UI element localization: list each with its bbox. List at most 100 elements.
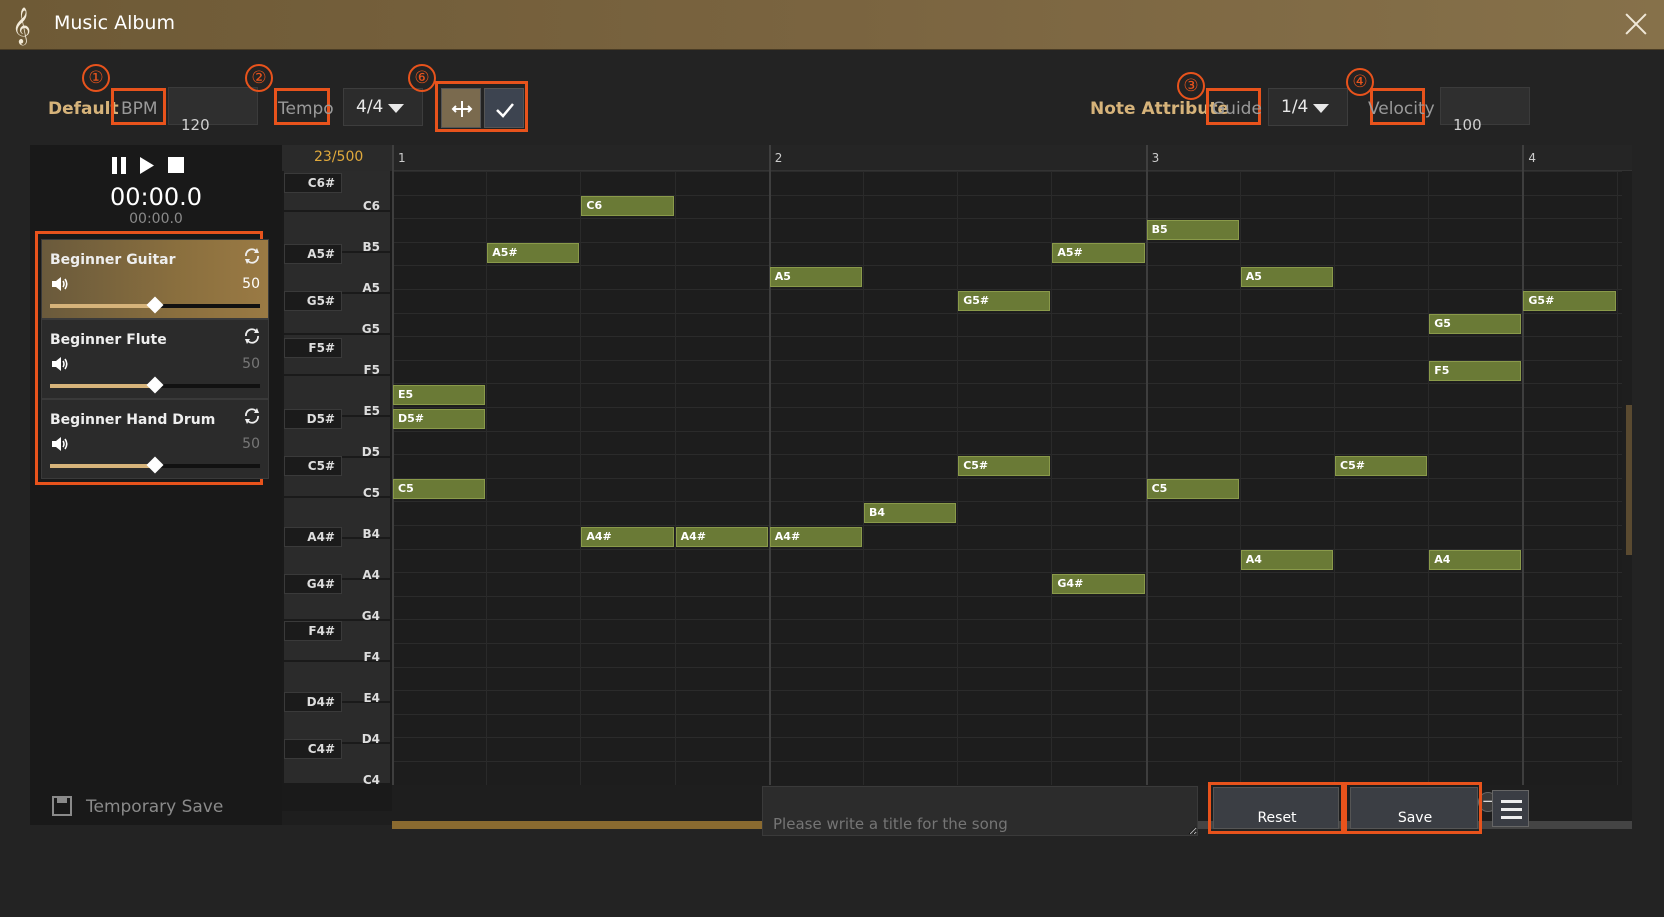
note-block[interactable]: G5#	[958, 290, 1051, 311]
measure-ruler[interactable]: 1 2 3 4	[392, 145, 1632, 171]
note-block[interactable]: C5	[393, 479, 486, 500]
volume-slider[interactable]	[50, 296, 260, 314]
note-block[interactable]: A5#	[487, 243, 580, 264]
loop-icon[interactable]	[242, 406, 262, 426]
black-key[interactable]: G5#	[284, 291, 342, 311]
black-key[interactable]: F5#	[284, 338, 342, 359]
piano-roll: 23/500 1234 C6 B5 A5 G5 F5 E5 D5 C5 B4 A4 G4 F4 E4 D4…	[282, 145, 1632, 829]
bpm-input[interactable]: 120	[168, 87, 258, 134]
note-label: C5	[1151, 482, 1168, 496]
note-block[interactable]: D5#	[393, 408, 486, 429]
note-block[interactable]: A5	[1240, 266, 1333, 287]
tempo-dropdown[interactable]: 4/4	[343, 88, 423, 126]
black-key[interactable]: G4#	[284, 574, 342, 595]
black-key[interactable]: C4#	[284, 739, 342, 760]
velocity-label: Velocity	[1368, 99, 1435, 119]
velocity-input[interactable]: 100	[1440, 87, 1530, 134]
move-mode-button[interactable]	[441, 88, 481, 128]
note-block[interactable]: A5	[769, 266, 862, 287]
note-grid[interactable]: C6 B5 A5# A5# A5 A5 G5# G5# G5 F5 E5 D5# C5# C5# C5 C5 B…	[392, 171, 1622, 785]
volume-knob[interactable]	[146, 296, 164, 314]
note-block[interactable]: B5	[1146, 219, 1239, 240]
guide-dropdown[interactable]: 1/4	[1268, 88, 1348, 126]
loop-icon[interactable]	[242, 246, 262, 266]
save-disk-icon	[52, 796, 72, 816]
black-key-label: C5#	[307, 459, 335, 474]
temporary-save-button[interactable]: Temporary Save	[86, 797, 223, 817]
volume-slider[interactable]	[50, 376, 260, 394]
grid-row-line	[392, 666, 1622, 668]
black-key-label: D4#	[306, 695, 335, 710]
grid-column-line	[768, 171, 771, 785]
song-title-input[interactable]	[762, 786, 1198, 836]
grid-row-line	[392, 171, 1622, 172]
black-key[interactable]: C5#	[284, 456, 342, 477]
note-block[interactable]: G4#	[1052, 573, 1145, 594]
note-block[interactable]: A4#	[581, 526, 674, 547]
bpm-label: BPM	[121, 99, 158, 119]
track-card[interactable]: Beginner Guitar 50	[41, 239, 269, 319]
note-block[interactable]: C5#	[1335, 455, 1428, 476]
volume-fill	[50, 384, 155, 388]
note-block[interactable]: A4	[1429, 550, 1522, 571]
music-album-editor: Default BPM 120 Tempo 4/4 Note Attribute…	[0, 50, 1664, 917]
pause-icon[interactable]	[112, 157, 126, 174]
grid-row-line	[392, 383, 1622, 385]
grid-row-line	[392, 218, 1622, 220]
measure-line	[1145, 145, 1148, 171]
note-label: F5	[1434, 364, 1450, 378]
note-label: A4#	[680, 529, 706, 543]
track-card[interactable]: Beginner Flute 50	[41, 319, 269, 399]
note-block[interactable]: G5	[1429, 314, 1522, 335]
loop-icon[interactable]	[242, 326, 262, 346]
speaker-icon[interactable]	[50, 274, 70, 294]
volume-knob[interactable]	[146, 376, 164, 394]
play-icon[interactable]	[140, 157, 154, 174]
note-block[interactable]: A5#	[1052, 243, 1145, 264]
note-label: G5#	[1528, 293, 1555, 307]
note-block[interactable]: F5	[1429, 361, 1522, 382]
black-key[interactable]: A4#	[284, 527, 342, 547]
note-block[interactable]: A4	[1240, 550, 1333, 571]
note-block[interactable]: B4	[864, 502, 957, 523]
badge-1: ①	[82, 64, 110, 92]
note-label: E5	[398, 387, 414, 401]
note-block[interactable]: C5#	[958, 455, 1051, 476]
hamburger-line	[1501, 808, 1522, 811]
playback-time-sub: 00:00.0	[129, 211, 183, 227]
note-label: A4#	[586, 529, 612, 543]
black-key[interactable]: D5#	[284, 409, 342, 429]
note-block[interactable]: C5	[1146, 479, 1239, 500]
track-name: Beginner Flute	[50, 332, 167, 348]
black-key[interactable]: F4#	[284, 621, 342, 642]
reset-button[interactable]: Reset	[1213, 787, 1339, 829]
volume-slider[interactable]	[50, 456, 260, 474]
menu-button[interactable]	[1492, 790, 1529, 827]
close-icon[interactable]	[1622, 10, 1650, 38]
note-label: A4#	[774, 529, 801, 543]
black-key[interactable]: D4#	[284, 692, 342, 713]
tempo-label: Tempo	[278, 99, 334, 119]
black-key[interactable]: A5#	[284, 243, 342, 264]
grid-row-line	[392, 477, 1622, 479]
note-block[interactable]: A4#	[769, 526, 862, 547]
badge-2: ②	[245, 64, 273, 92]
select-mode-button[interactable]	[484, 88, 524, 128]
track-card[interactable]: Beginner Hand Drum 50	[41, 399, 269, 479]
speaker-icon[interactable]	[50, 354, 70, 374]
note-block[interactable]: E5	[393, 384, 486, 405]
note-block[interactable]: A4#	[675, 526, 768, 547]
note-block[interactable]: G5#	[1523, 290, 1616, 311]
note-block[interactable]: C6	[581, 196, 674, 217]
stop-icon[interactable]	[168, 157, 184, 173]
note-label: C5#	[1340, 458, 1365, 472]
volume-knob[interactable]	[146, 456, 164, 474]
grid-row-line	[392, 643, 1622, 644]
black-key-label: G4#	[306, 577, 335, 592]
speaker-icon[interactable]	[50, 434, 70, 454]
grid-column-line	[1428, 171, 1430, 785]
vertical-scroll-thumb[interactable]	[1626, 405, 1632, 555]
grid-row-line	[392, 690, 1622, 692]
save-button[interactable]: Save	[1350, 787, 1478, 829]
black-key[interactable]: C6#	[284, 173, 342, 193]
